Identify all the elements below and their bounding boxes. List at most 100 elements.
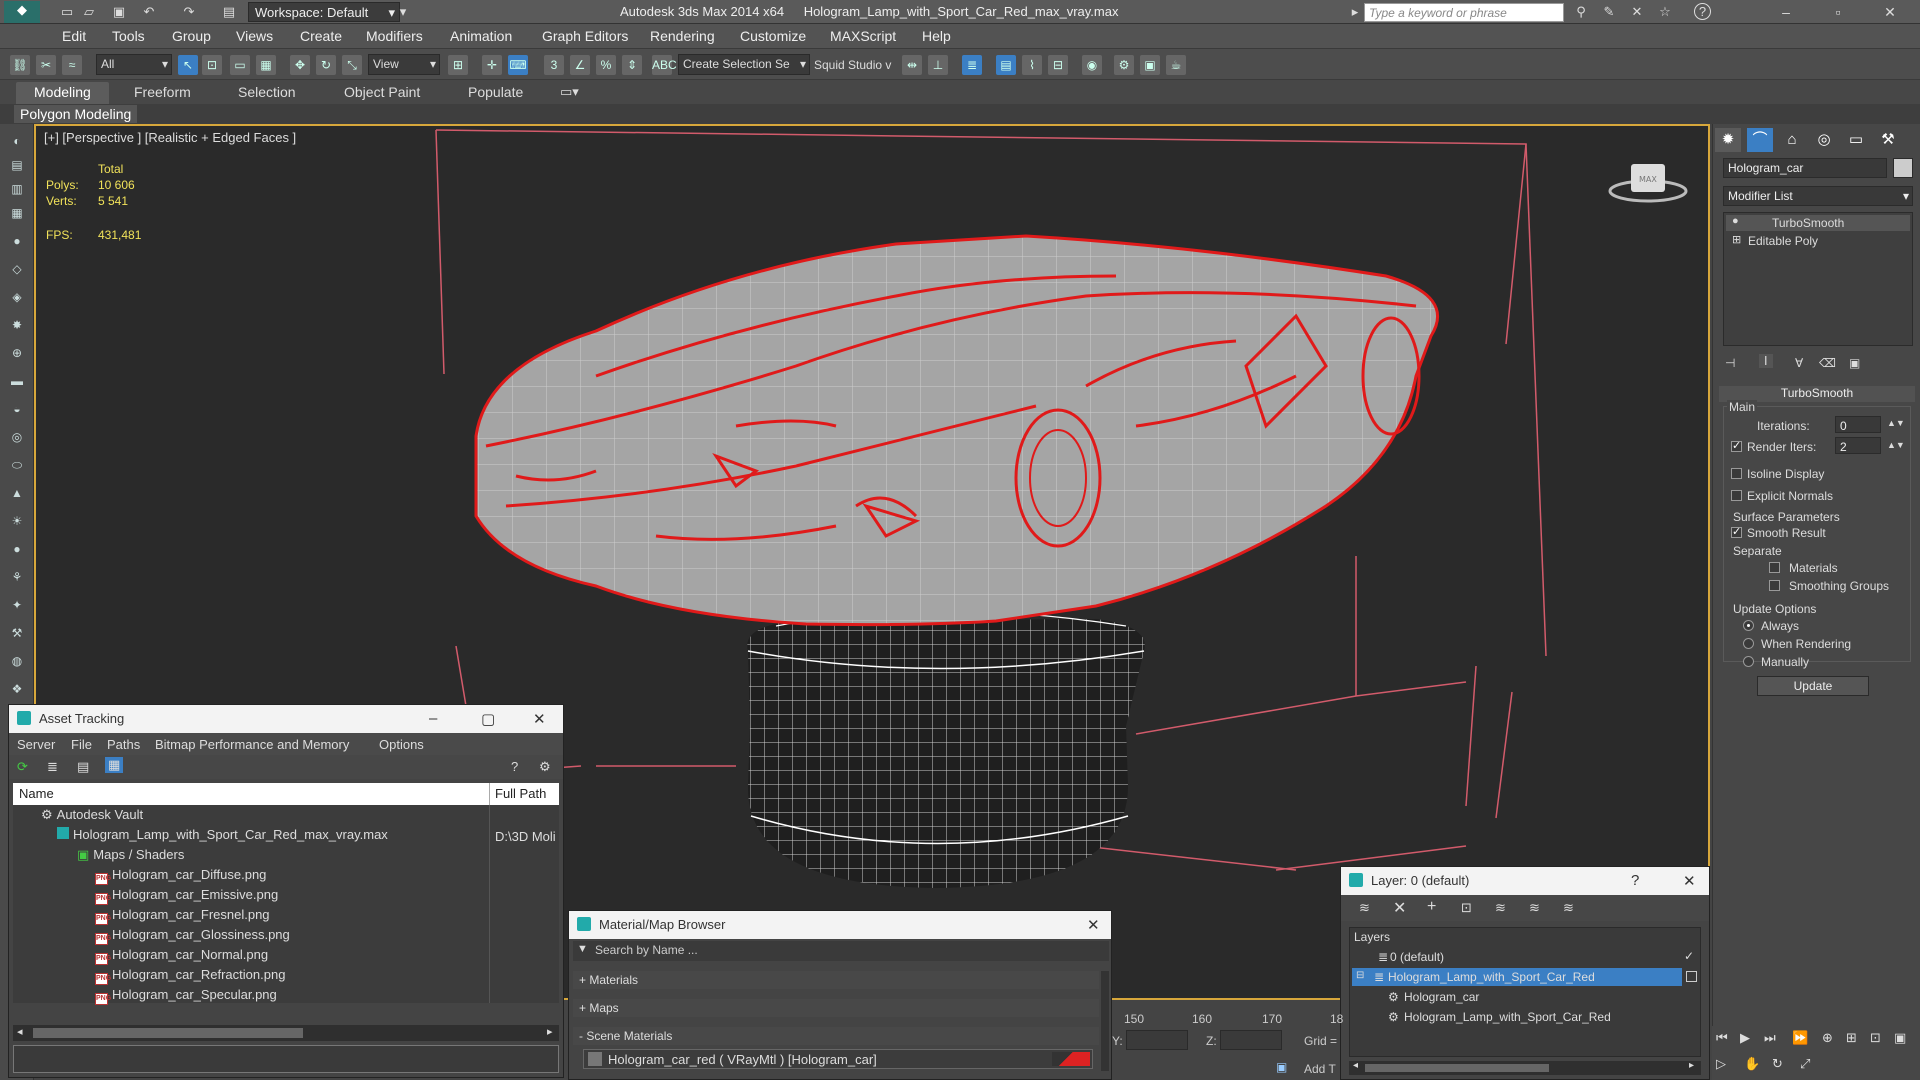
- hierarchy-tab-icon[interactable]: ⌂: [1779, 128, 1805, 152]
- pan-icon[interactable]: ✋: [1744, 1056, 1760, 1072]
- favorites-star-icon[interactable]: ☆: [1656, 3, 1674, 21]
- percent-snap-icon[interactable]: %: [596, 55, 616, 75]
- reference-coordinate-dropdown[interactable]: View ▾: [368, 54, 440, 75]
- refresh-icon[interactable]: ⟳: [17, 759, 28, 775]
- snaps-toggle-icon[interactable]: 3: [544, 55, 564, 75]
- update-button[interactable]: Update: [1757, 676, 1869, 696]
- workspace-menu-icon[interactable]: ▾: [394, 3, 412, 21]
- thumbnail-view-icon[interactable]: ▤: [77, 759, 89, 775]
- menu-paths[interactable]: Paths: [107, 737, 140, 752]
- select-objects-icon[interactable]: ⊡: [1461, 900, 1472, 916]
- menu-customize[interactable]: Customize: [740, 28, 806, 44]
- update-manually-radio[interactable]: [1743, 656, 1754, 667]
- toolbar-icon[interactable]: ◐: [7, 134, 27, 152]
- close-button[interactable]: ✕: [1683, 872, 1696, 890]
- spinner-arrows-icon[interactable]: ▲▼: [1887, 440, 1905, 450]
- spinner-arrows-icon[interactable]: ▲▼: [1887, 418, 1905, 428]
- layer-row-hologram-lamp[interactable]: ⊟ ≣ Hologram_Lamp_with_Sport_Car_Red: [1352, 968, 1682, 986]
- stack-item-turbosmooth[interactable]: ● TurboSmooth: [1726, 215, 1910, 231]
- scale-icon[interactable]: ⤡: [342, 55, 362, 75]
- align-icon[interactable]: ⊥: [928, 55, 948, 75]
- menu-maxscript[interactable]: MAXScript: [830, 28, 896, 44]
- make-unique-icon[interactable]: ∀: [1795, 356, 1803, 370]
- render-iters-checkbox[interactable]: [1731, 439, 1742, 452]
- group-materials[interactable]: + Materials: [573, 971, 1099, 989]
- toolbar-icon[interactable]: ▤: [7, 158, 27, 176]
- tree-row-maps-folder[interactable]: ▣ Maps / Shaders: [77, 847, 184, 867]
- list-view-icon[interactable]: ≣: [47, 759, 58, 775]
- help-icon[interactable]: ?: [511, 759, 518, 774]
- horizontal-scrollbar[interactable]: ◂ ▸: [13, 1025, 559, 1041]
- close-window-button[interactable]: ✕: [1870, 2, 1910, 22]
- select-manipulate-icon[interactable]: ✛: [482, 55, 502, 75]
- delete-layer-icon[interactable]: ✕: [1393, 898, 1406, 918]
- toolbar-icon[interactable]: ▥: [7, 182, 27, 200]
- project-folder-icon[interactable]: ▤: [220, 3, 238, 21]
- explicit-normals-checkbox[interactable]: [1731, 490, 1742, 501]
- group-maps[interactable]: + Maps: [573, 999, 1099, 1017]
- modify-tab-icon[interactable]: ⌒: [1747, 128, 1773, 152]
- layer-row-object[interactable]: ⚙ Hologram_car: [1350, 988, 1700, 1006]
- keyboard-shortcut-icon[interactable]: ⌨: [508, 55, 528, 75]
- tree-row-map[interactable]: PNGHologram_car_Refraction.png: [95, 967, 285, 987]
- highlight-layer-icon[interactable]: ≋: [1495, 900, 1506, 916]
- update-always-radio[interactable]: [1743, 620, 1754, 631]
- select-link-icon[interactable]: ⛓: [10, 55, 30, 75]
- help-button[interactable]: ?: [1631, 872, 1639, 889]
- material-search-input[interactable]: Search by Name ...: [595, 943, 698, 957]
- menu-create[interactable]: Create: [300, 28, 342, 44]
- app-logo-icon[interactable]: ◆: [4, 1, 40, 23]
- toolbar-icon[interactable]: ⬭: [7, 458, 27, 476]
- menu-modifiers[interactable]: Modifiers: [366, 28, 423, 44]
- scrollbar-thumb[interactable]: [33, 1028, 303, 1038]
- minimize-button[interactable]: –: [1766, 2, 1806, 22]
- move-icon[interactable]: ✥: [290, 55, 310, 75]
- close-button[interactable]: ✕: [533, 710, 546, 728]
- schematic-view-icon[interactable]: ⊟: [1048, 55, 1068, 75]
- layer-row-default[interactable]: ≣ 0 (default) ✓: [1350, 948, 1700, 966]
- mirror-icon[interactable]: ⇹: [902, 55, 922, 75]
- tree-row-map[interactable]: PNGHologram_car_Specular.png: [95, 987, 277, 1007]
- pivot-center-icon[interactable]: ⊞: [448, 55, 468, 75]
- toolbar-icon[interactable]: ◈: [7, 290, 27, 308]
- layer-active-checkbox[interactable]: [1686, 971, 1697, 982]
- remove-modifier-icon[interactable]: ⌫: [1819, 356, 1836, 370]
- zoom-extents-all-icon[interactable]: ▣: [1894, 1030, 1906, 1046]
- play-icon[interactable]: ▶: [1740, 1030, 1750, 1046]
- render-iters-spinner[interactable]: 2: [1835, 437, 1881, 454]
- menu-edit[interactable]: Edit: [62, 28, 86, 44]
- maximize-button[interactable]: ▢: [481, 710, 495, 728]
- column-full-path[interactable]: Full Path: [495, 786, 546, 801]
- tree-row-vault[interactable]: ⚙ Autodesk Vault: [41, 807, 143, 827]
- toolbar-icon[interactable]: ◎: [7, 430, 27, 448]
- tree-row-max-file[interactable]: Hologram_Lamp_with_Sport_Car_Red_max_vra…: [57, 827, 388, 847]
- y-coordinate-input[interactable]: [1126, 1030, 1188, 1050]
- field-of-view-icon[interactable]: ▷: [1716, 1056, 1726, 1072]
- keyword-search-input[interactable]: Type a keyword or phrase: [1364, 3, 1564, 22]
- redo-icon[interactable]: ↷: [180, 3, 198, 21]
- select-by-name-icon[interactable]: ⊡: [202, 55, 222, 75]
- toolbar-icon[interactable]: ☀: [7, 514, 27, 532]
- squid-studio-label[interactable]: Squid Studio v: [814, 58, 891, 72]
- tree-row-map[interactable]: PNGHologram_car_Glossiness.png: [95, 927, 290, 947]
- orbit-icon[interactable]: ↻: [1772, 1056, 1783, 1072]
- ribbon-options-icon[interactable]: ▭▾: [560, 84, 579, 100]
- scroll-left-icon[interactable]: ◂: [17, 1025, 23, 1038]
- tab-populate[interactable]: Populate: [468, 84, 523, 100]
- tab-object-paint[interactable]: Object Paint: [344, 84, 420, 100]
- edit-named-selection-icon[interactable]: ABC: [652, 55, 677, 75]
- menu-help[interactable]: Help: [922, 28, 951, 44]
- bind-spacewarp-icon[interactable]: ≈: [62, 55, 82, 75]
- toolbar-icon[interactable]: ⚒: [7, 626, 27, 644]
- communication-icon[interactable]: ✕: [1628, 3, 1646, 21]
- scrollbar-thumb[interactable]: [1365, 1064, 1549, 1072]
- viewcube[interactable]: MAX: [1608, 164, 1688, 203]
- scroll-right-icon[interactable]: ▸: [547, 1025, 553, 1038]
- undo-icon[interactable]: ↶: [140, 3, 158, 21]
- smooth-result-checkbox[interactable]: [1731, 525, 1742, 538]
- motion-tab-icon[interactable]: ◎: [1811, 128, 1837, 152]
- material-browser-titlebar[interactable]: Material/Map Browser ✕: [569, 911, 1111, 939]
- layer-row-object[interactable]: ⚙ Hologram_Lamp_with_Sport_Car_Red: [1350, 1008, 1700, 1026]
- unlink-icon[interactable]: ✂: [36, 55, 56, 75]
- render-production-icon[interactable]: ☕: [1166, 55, 1186, 75]
